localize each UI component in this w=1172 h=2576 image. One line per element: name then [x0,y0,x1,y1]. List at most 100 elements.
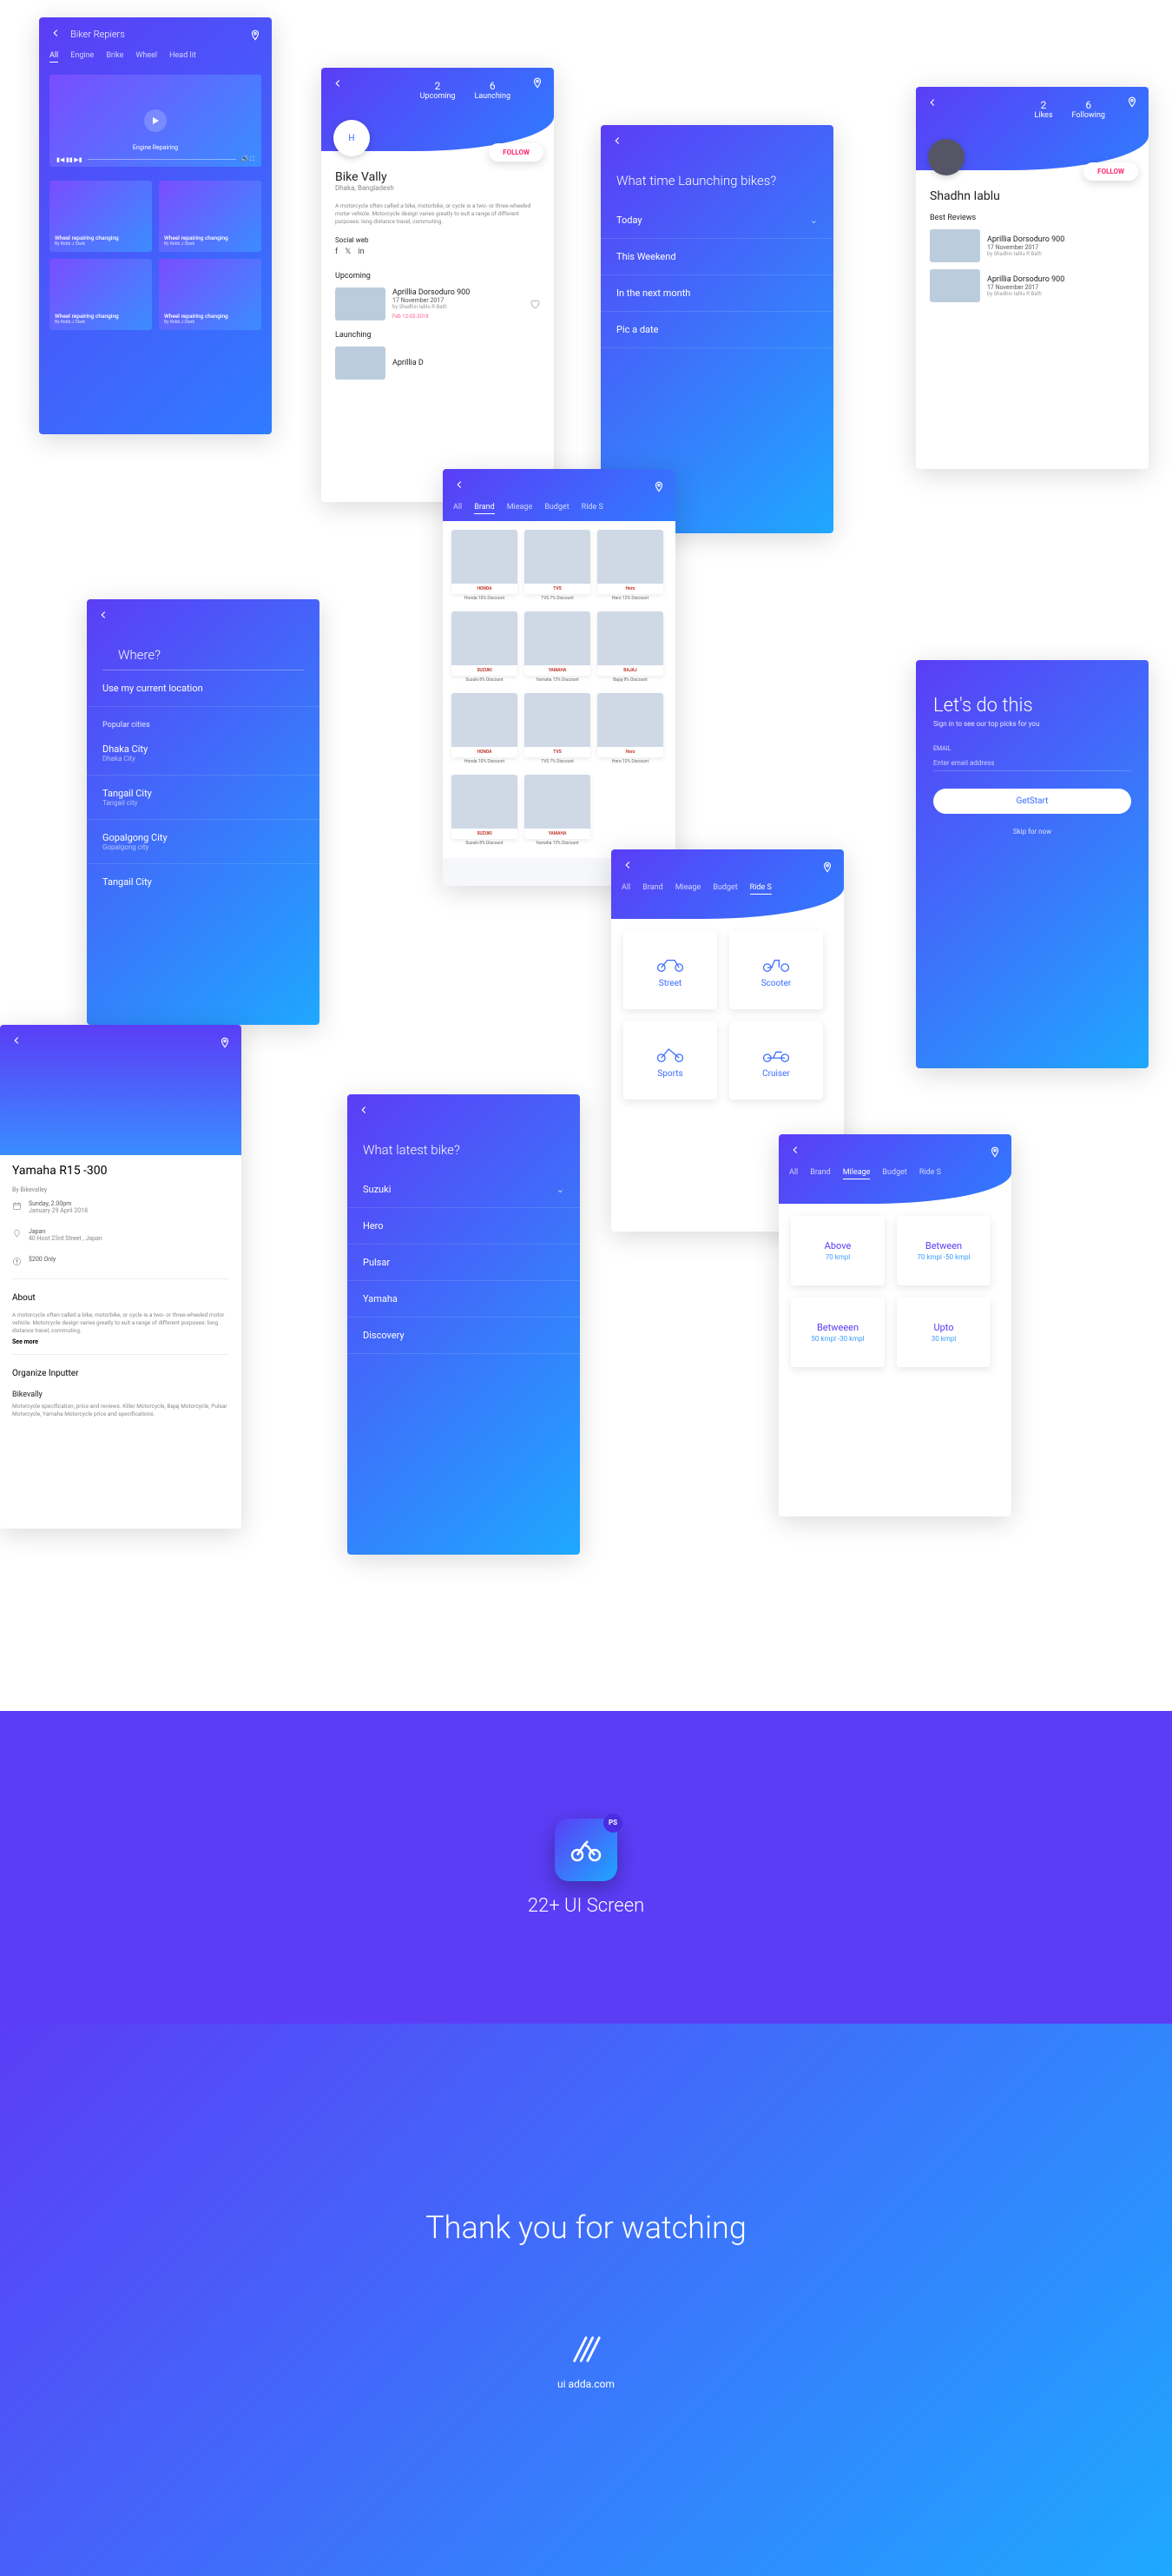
location-icon[interactable] [821,861,833,873]
city-item[interactable]: Dhaka CityDhaka City [87,731,319,776]
option-date[interactable]: Pic a date [601,312,833,348]
mileage-card[interactable]: Betweeen50 kmpl -30 kmpl [791,1298,885,1367]
tab-budget[interactable]: Budget [882,1168,906,1179]
tab-budget[interactable]: Budget [713,883,737,895]
tab-brike[interactable]: Brike [106,51,123,63]
option-yamaha[interactable]: Yamaha [347,1281,580,1318]
tab-budget[interactable]: Budget [544,503,569,514]
option-month[interactable]: In the next month [601,275,833,312]
skip-link[interactable]: Skip for now [916,828,1149,836]
option-pulsar[interactable]: Pulsar [347,1245,580,1281]
email-input[interactable]: Enter email address [933,756,1131,771]
brand-card[interactable]: Hero [597,693,663,757]
tab-mileage[interactable]: Mieage [507,503,533,514]
option-today[interactable]: Today⌄ [601,202,833,239]
tab-ride[interactable]: Ride S [919,1168,941,1179]
tab-headlight[interactable]: Head lit [169,51,196,63]
brand-url[interactable]: ui adda.com [557,2378,615,2390]
stat-label: Following [1071,111,1105,120]
linkedin-icon[interactable]: in [358,248,364,256]
location-icon[interactable] [989,1146,1001,1158]
controls-left[interactable]: ▮◀ ▮▮ ▶▮ [56,156,82,163]
location-icon[interactable] [249,29,261,41]
tab-engine[interactable]: Engine [70,51,94,63]
brand-card[interactable]: SUZUKI [451,775,517,839]
location-icon[interactable] [1126,96,1138,108]
brand-card[interactable]: YAMAHA [524,775,590,839]
brand-card[interactable]: TVS [524,693,590,757]
brand-card[interactable]: YAMAHA [524,611,590,676]
tab-all[interactable]: All [622,883,630,895]
back-icon[interactable] [97,608,109,624]
option-suzuki[interactable]: Suzuki⌄ [347,1172,580,1208]
tab-ride[interactable]: Ride S [582,503,603,514]
brand-logo-icon [557,2333,615,2369]
tab-wheel[interactable]: Wheel [135,51,157,63]
brand-card[interactable]: BAJAJ [597,611,663,676]
avatar[interactable] [928,139,965,175]
video-thumb[interactable]: Wheel repairing changingBy Robb J Stark [49,259,152,330]
back-icon[interactable] [358,1103,370,1120]
brand-card[interactable]: SUZUKI [451,611,517,676]
bike-row[interactable]: Aprillia Dorsoduro 90017 November 2017by… [916,226,1149,266]
ride-card-scooter[interactable]: Scooter [729,931,823,1009]
tab-all[interactable]: All [49,51,58,63]
city-item[interactable]: Tangail City [87,864,319,900]
location-icon[interactable] [653,480,665,492]
tab-all[interactable]: All [453,503,462,514]
twitter-icon[interactable]: 𝕏 [345,248,351,256]
video-thumb[interactable]: Wheel repairing changingBy Robb J Stark [49,181,152,252]
option-weekend[interactable]: This Weekend [601,239,833,275]
video-thumb[interactable]: Wheel repairing changingBy Robb J Stark [159,181,261,252]
profile-desc: A motorcycle often called a bike, motorb… [335,202,540,226]
tab-all[interactable]: All [789,1168,798,1179]
back-icon[interactable] [789,1143,801,1159]
back-icon[interactable] [926,96,938,112]
tab-mileage[interactable]: Mieage [675,883,701,895]
heart-icon[interactable] [530,299,540,309]
brand-card[interactable]: HONDA [451,693,517,757]
brand-card[interactable]: TVS [524,530,590,594]
tab-mileage[interactable]: Mileage [843,1168,871,1179]
follow-button[interactable]: FOLLOW [1083,162,1138,181]
brand-card[interactable]: Hero [597,530,663,594]
back-icon[interactable] [453,478,465,494]
ride-card-street[interactable]: Street [623,931,717,1009]
location-icon[interactable] [219,1036,231,1048]
tab-brand[interactable]: Brand [474,503,494,514]
bike-row[interactable]: Aprillia Dorsoduro 900 17 November 2017 … [321,284,554,324]
tab-brand[interactable]: Brand [810,1168,830,1179]
bike-row[interactable]: Aprillia Dorsoduro 90017 November 2017by… [916,266,1149,306]
city-item[interactable]: Gopalgong CityGopalgong city [87,820,319,864]
use-location-button[interactable]: Use my current location [87,670,319,707]
brand-card[interactable]: HONDA [451,530,517,594]
option-hero[interactable]: Hero [347,1208,580,1245]
follow-button[interactable]: FOLLOW [489,143,543,162]
ride-card-sports[interactable]: Sports [623,1021,717,1100]
video-player[interactable]: Engine Repairing ▮◀ ▮▮ ▶▮ 🔊 ⛶ [49,75,261,167]
mileage-card[interactable]: Upto30 kmpl [897,1298,991,1367]
back-icon[interactable] [622,858,634,875]
location-icon[interactable] [531,76,543,89]
avatar[interactable]: H [333,120,370,156]
mileage-card[interactable]: Between70 kmpl -50 kmpl [897,1216,991,1285]
back-icon[interactable] [49,26,62,43]
tab-brand[interactable]: Brand [642,883,662,895]
ride-card-cruiser[interactable]: Cruiser [729,1021,823,1100]
back-icon[interactable] [332,76,344,93]
video-thumb[interactable]: Wheel repairing changingBy Robb J Stark [159,259,261,330]
facebook-icon[interactable]: f [335,248,338,256]
mileage-card[interactable]: Above70 kmpl [791,1216,885,1285]
bike-thumb [930,229,980,262]
play-icon[interactable] [144,109,167,132]
back-icon[interactable] [611,134,623,150]
progress-bar[interactable] [88,159,236,160]
city-item[interactable]: Tangail CityTangail city [87,776,319,820]
see-more-link[interactable]: See more [0,1335,241,1349]
getstart-button[interactable]: GetStart [933,789,1131,814]
tab-ride[interactable]: Ride S [750,883,772,895]
back-icon[interactable] [10,1034,23,1050]
option-discovery[interactable]: Discovery [347,1318,580,1354]
bike-row[interactable]: Aprillia D [321,343,554,383]
controls-right[interactable]: 🔊 ⛶ [241,155,254,163]
